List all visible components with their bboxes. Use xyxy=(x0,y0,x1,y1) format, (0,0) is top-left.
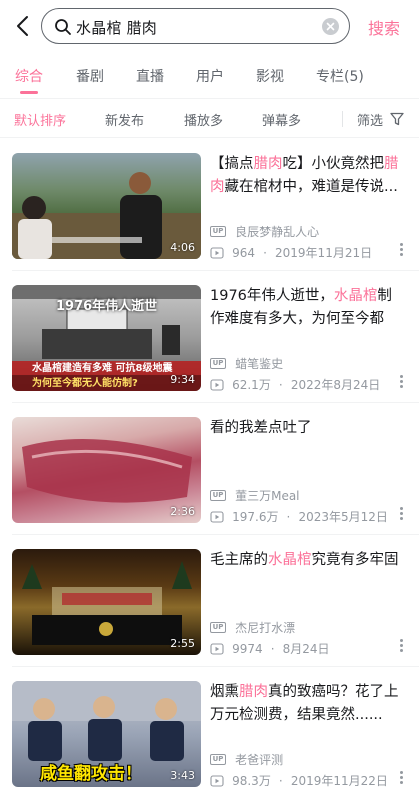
video-meta: 98.3万 · 2019年11月22日 xyxy=(210,770,388,788)
video-title: 烟熏腊肉真的致癌吗？花了上万元检测费，结果竟然...... xyxy=(210,684,399,723)
view-count: 98.3万 xyxy=(232,774,271,788)
video-meta: 9974 · 8月24日 xyxy=(210,638,330,656)
video-duration: 9:34 xyxy=(170,373,195,386)
up-badge-icon: UP xyxy=(210,622,226,633)
uploader-row[interactable]: UP 老爸评测 xyxy=(210,749,283,768)
video-thumbnail[interactable]: 2:36 xyxy=(12,417,201,523)
video-duration: 2:55 xyxy=(170,637,195,650)
sort-bar: 默认排序 新发布 播放多 弹幕多 筛选 xyxy=(0,98,419,138)
close-icon xyxy=(326,22,335,31)
uploader-row[interactable]: UP 董三万Meal xyxy=(210,485,300,504)
play-count-icon xyxy=(210,378,224,391)
separator-dot: · xyxy=(270,641,275,656)
view-count: 964 xyxy=(232,245,255,260)
filter-icon[interactable] xyxy=(389,111,405,127)
separator-dot: · xyxy=(286,509,291,524)
video-duration: 2:36 xyxy=(170,505,195,518)
category-tabs: 综合 番剧 直播 用户 影视 专栏(5) xyxy=(0,58,419,94)
play-count-icon xyxy=(210,510,224,523)
video-card[interactable]: 2:55 毛主席的水晶棺究竟有多牢固 UP 杰尼打水漂 9974 · 8月24日 xyxy=(0,535,419,667)
tab-movies[interactable]: 影视 xyxy=(256,66,284,86)
view-count: 9974 xyxy=(232,641,263,656)
play-count-icon xyxy=(210,642,224,655)
search-icon xyxy=(55,19,71,35)
publish-date: 2019年11月21日 xyxy=(275,246,373,260)
uploader-name[interactable]: 良辰梦静乱人心 xyxy=(235,223,319,240)
video-thumbnail[interactable]: 1976年伟人逝世 水晶棺建造有多难 可抗8级地震 为何至今都无人能仿制? 9:… xyxy=(12,285,201,391)
video-thumbnail[interactable]: 4:06 xyxy=(12,153,201,259)
video-meta: 197.6万 · 2023年5月12日 xyxy=(210,506,388,524)
video-card[interactable]: 咸鱼翻攻击！ 3:43 烟熏腊肉真的致癌吗？花了上万元检测费，结果竟然.....… xyxy=(0,667,419,799)
tab-articles[interactable]: 专栏(5) xyxy=(316,66,364,86)
thumbnail-overlay-text: 水晶棺建造有多难 可抗8级地震 xyxy=(32,363,173,374)
uploader-name[interactable]: 老爸评测 xyxy=(235,751,283,768)
video-meta: 964 · 2019年11月21日 xyxy=(210,242,373,260)
view-count: 197.6万 xyxy=(232,510,279,524)
clear-search-button[interactable] xyxy=(322,18,339,35)
sort-newest[interactable]: 新发布 xyxy=(105,110,144,129)
active-tab-indicator xyxy=(20,91,38,94)
video-duration: 3:43 xyxy=(170,769,195,782)
search-button[interactable]: 搜索 xyxy=(368,15,400,39)
more-options-button[interactable] xyxy=(396,505,406,523)
tab-all[interactable]: 综合 xyxy=(15,66,43,86)
video-thumbnail[interactable]: 2:55 xyxy=(12,549,201,655)
up-badge-icon: UP xyxy=(210,490,226,501)
separator-dot: · xyxy=(278,377,283,392)
filter-button[interactable]: 筛选 xyxy=(357,110,383,129)
tab-users[interactable]: 用户 xyxy=(196,66,224,86)
search-query-text[interactable]: 水晶棺 腊肉 xyxy=(76,17,157,38)
video-title: 1976年伟人逝世，水晶棺制作难度有多大，为何至今都无... xyxy=(210,288,392,327)
more-options-button[interactable] xyxy=(396,373,406,391)
thumbnail-overlay-subtext: 为何至今都无人能仿制? xyxy=(32,378,138,389)
uploader-row[interactable]: UP 杰尼打水漂 xyxy=(210,617,295,636)
separator-dot: · xyxy=(278,773,283,788)
up-badge-icon: UP xyxy=(210,226,226,237)
thumbnail-caption: 1976年伟人逝世 xyxy=(56,299,158,314)
play-count-icon xyxy=(210,246,224,259)
uploader-name[interactable]: 董三万Meal xyxy=(235,487,299,504)
separator-dot: · xyxy=(263,245,267,260)
publish-date: 8月24日 xyxy=(282,642,330,656)
video-title: 看的我差点吐了 xyxy=(210,420,312,436)
publish-date: 2022年8月24日 xyxy=(290,378,381,392)
video-card[interactable]: 2:36 看的我差点吐了 UP 董三万Meal 197.6万 · 2023年5月… xyxy=(0,403,419,535)
uploader-row[interactable]: UP 良辰梦静乱人心 xyxy=(210,221,319,240)
video-card[interactable]: 1976年伟人逝世 水晶棺建造有多难 可抗8级地震 为何至今都无人能仿制? 9:… xyxy=(0,271,419,403)
tab-live[interactable]: 直播 xyxy=(136,66,164,86)
sort-most-danmaku[interactable]: 弹幕多 xyxy=(262,110,301,129)
thumbnail-overlay-text: 咸鱼翻攻击！ xyxy=(40,764,142,784)
search-header: 水晶棺 腊肉 搜索 xyxy=(0,0,419,52)
up-badge-icon: UP xyxy=(210,754,226,765)
video-thumbnail[interactable]: 咸鱼翻攻击！ 3:43 xyxy=(12,681,201,787)
view-count: 62.1万 xyxy=(232,378,271,392)
video-duration: 4:06 xyxy=(170,241,195,254)
video-title: 【搞点腊肉吃】小伙竟然把腊肉藏在棺材中，难道是传说... xyxy=(210,156,399,195)
publish-date: 2023年5月12日 xyxy=(298,510,388,524)
play-count-icon xyxy=(210,774,224,787)
uploader-row[interactable]: UP 蜡笔鉴史 xyxy=(210,353,283,372)
back-button[interactable] xyxy=(12,12,36,40)
up-badge-icon: UP xyxy=(210,358,226,369)
more-options-button[interactable] xyxy=(396,637,406,655)
chevron-left-icon xyxy=(17,16,28,36)
tab-bangumi[interactable]: 番剧 xyxy=(76,66,104,86)
sort-most-played[interactable]: 播放多 xyxy=(184,110,223,129)
video-meta: 62.1万 · 2022年8月24日 xyxy=(210,374,381,392)
publish-date: 2019年11月22日 xyxy=(290,774,388,788)
divider xyxy=(342,111,343,127)
search-input[interactable]: 水晶棺 腊肉 xyxy=(41,8,350,44)
more-options-button[interactable] xyxy=(396,241,406,259)
uploader-name[interactable]: 杰尼打水漂 xyxy=(235,619,295,636)
video-title: 毛主席的水晶棺究竟有多牢固 xyxy=(210,552,399,568)
sort-default[interactable]: 默认排序 xyxy=(14,110,66,129)
more-options-button[interactable] xyxy=(396,769,406,787)
video-card[interactable]: 4:06 【搞点腊肉吃】小伙竟然把腊肉藏在棺材中，难道是传说... UP 良辰梦… xyxy=(0,139,419,271)
uploader-name[interactable]: 蜡笔鉴史 xyxy=(235,355,283,372)
